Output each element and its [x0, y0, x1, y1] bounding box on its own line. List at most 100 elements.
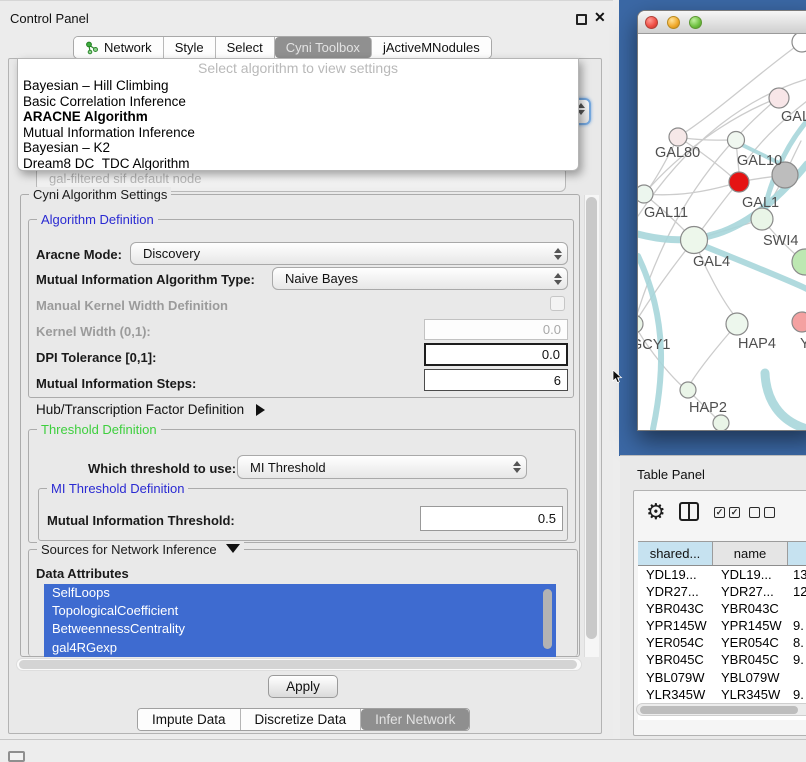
sources-title[interactable]: Sources for Network Inference — [37, 542, 244, 557]
deselect-all-checkboxes-icon[interactable] — [749, 507, 775, 518]
tab-network-label: Network — [104, 40, 152, 55]
table-row[interactable]: YDR27...YDR27...12 — [638, 583, 806, 600]
network-node[interactable] — [769, 88, 789, 108]
which-threshold-combo[interactable]: MI Threshold — [237, 455, 527, 479]
tab-cyni-toolbox[interactable]: Cyni Toolbox — [275, 37, 372, 58]
select-all-checkboxes-icon[interactable]: ✓✓ — [714, 507, 740, 518]
close-traffic-light-icon[interactable] — [645, 16, 658, 29]
tab-network[interactable]: Network — [74, 37, 164, 58]
data-attribute-item[interactable]: gal4RGexp — [44, 639, 556, 657]
aracne-mode-combo[interactable]: Discovery — [130, 242, 568, 265]
gear-icon[interactable]: ⚙ — [646, 499, 666, 525]
algorithm-dropdown-item[interactable]: Mutual Information Inference — [18, 125, 578, 141]
algorithm-dropdown-item[interactable]: Basic Correlation Inference — [18, 94, 578, 110]
data-attributes-list: SelfLoopsTopologicalCoefficientBetweenne… — [44, 584, 556, 657]
table-row[interactable]: YDL19...YDL19...13 — [638, 566, 806, 583]
node-attribute-table[interactable]: shared...nameYDL19...YDL19...13YDR27...Y… — [638, 541, 806, 701]
expander-arrow-icon — [256, 404, 265, 416]
table-row[interactable]: YBL079WYBL079W — [638, 669, 806, 686]
manual-kernel-checkbox[interactable] — [550, 296, 565, 311]
network-node[interactable] — [726, 313, 748, 335]
table-column-header[interactable]: shared... — [638, 542, 713, 565]
chevron-updown-icon — [549, 248, 567, 260]
control-panel-tabs: Network Style Select Cyni Toolbox jActiv… — [73, 36, 492, 59]
algorithm-dropdown-item[interactable]: ARACNE Algorithm — [18, 109, 578, 125]
table-cell: 12 — [788, 583, 806, 600]
table-row[interactable]: YPR145WYPR145W9. — [638, 617, 806, 634]
table-row[interactable]: YLR345WYLR345W9. — [638, 686, 806, 703]
network-node-label: GAL4 — [693, 254, 730, 270]
threshold-definition-title: Threshold Definition — [37, 422, 161, 437]
network-window-titlebar[interactable] — [638, 11, 806, 34]
network-node[interactable] — [638, 185, 653, 203]
settings-horizontal-scrollbar-thumb[interactable] — [19, 660, 577, 669]
algorithm-dropdown-item[interactable]: Bayesian – K2 — [18, 140, 578, 156]
which-threshold-label: Which threshold to use: — [88, 461, 236, 476]
table-panel: Table Panel ⚙ ✓✓ shared...nameYDL19...YD… — [620, 455, 806, 739]
cyni-algorithm-settings-title: Cyni Algorithm Settings — [29, 187, 171, 202]
dpi-tolerance-input[interactable]: 0.0 — [424, 343, 568, 366]
network-node[interactable] — [729, 172, 749, 192]
network-node[interactable] — [751, 208, 773, 230]
table-row[interactable]: YBR043CYBR043C — [638, 600, 806, 617]
table-column-header[interactable]: name — [713, 542, 788, 565]
settings-vertical-scrollbar-thumb[interactable] — [586, 197, 597, 639]
tab-style[interactable]: Style — [164, 37, 216, 58]
mi-threshold-input[interactable]: 0.5 — [420, 506, 563, 531]
tab-jactivemnodules[interactable]: jActiveMNodules — [372, 37, 491, 58]
table-cell: YPR145W — [713, 617, 788, 634]
mi-steps-input[interactable]: 6 — [424, 369, 568, 391]
docked-panel-icon[interactable] — [8, 751, 25, 762]
apply-button[interactable]: Apply — [268, 675, 338, 698]
float-window-icon[interactable] — [576, 14, 587, 25]
table-cell: 9. — [788, 651, 806, 668]
network-node[interactable] — [792, 34, 806, 52]
network-view-window[interactable]: GALGAL80GAL10GAL1GAL11SWI4GAL4GCY1HAP4YH… — [637, 10, 806, 431]
data-attribute-item[interactable]: TopologicalCoefficient — [44, 602, 556, 620]
network-node-label: SWI4 — [763, 233, 798, 249]
network-edge[interactable] — [765, 373, 806, 429]
tab-infer-network[interactable]: Infer Network — [361, 709, 469, 730]
split-columns-icon[interactable] — [679, 502, 699, 521]
data-attribute-item[interactable]: SelfLoops — [44, 584, 556, 602]
table-column-header[interactable] — [788, 542, 806, 565]
network-node-label: GCY1 — [638, 337, 671, 353]
mouse-cursor — [612, 370, 624, 384]
screen: Control Panel ✕ Network Style Select Cyn… — [0, 0, 806, 762]
table-toolbar: ⚙ ✓✓ — [634, 491, 806, 538]
attributes-scrollbar-thumb[interactable] — [543, 589, 552, 649]
table-cell: YDR27... — [638, 583, 713, 600]
close-icon[interactable]: ✕ — [594, 9, 606, 26]
zoom-traffic-light-icon[interactable] — [689, 16, 702, 29]
network-node[interactable] — [681, 227, 708, 254]
algorithm-dropdown-item[interactable]: Bayesian – Hill Climbing — [18, 78, 578, 94]
kernel-width-input[interactable]: 0.0 — [424, 319, 568, 340]
table-panel-body: ⚙ ✓✓ shared...nameYDL19...YDL19...13YDR2… — [633, 490, 806, 736]
tab-impute-data[interactable]: Impute Data — [138, 709, 241, 730]
mi-type-combo[interactable]: Naive Bayes — [272, 267, 568, 290]
network-node[interactable] — [792, 312, 806, 332]
table-cell: 9. — [788, 617, 806, 634]
data-attribute-item[interactable]: BetweennessCentrality — [44, 620, 556, 638]
network-canvas[interactable]: GALGAL80GAL10GAL1GAL11SWI4GAL4GCY1HAP4YH… — [638, 34, 806, 431]
bottom-strip — [0, 739, 806, 762]
network-node[interactable] — [680, 382, 696, 398]
tab-select[interactable]: Select — [216, 37, 275, 58]
table-horizontal-scrollbar-thumb[interactable] — [640, 706, 798, 714]
network-node-label: HAP4 — [738, 336, 776, 352]
network-node[interactable] — [669, 128, 687, 146]
network-node[interactable] — [638, 315, 643, 333]
network-node[interactable] — [728, 132, 745, 149]
network-node-label: GAL1 — [742, 195, 779, 211]
table-horizontal-scrollbar[interactable] — [636, 703, 806, 716]
network-node[interactable] — [713, 415, 729, 431]
network-node-label: Y — [800, 336, 806, 352]
algorithm-dropdown-item[interactable]: Dream8 DC_TDC Algorithm — [18, 156, 578, 171]
minimize-traffic-light-icon[interactable] — [667, 16, 680, 29]
hub-definition-expander[interactable]: Hub/Transcription Factor Definition — [36, 402, 265, 417]
table-row[interactable]: YBR045CYBR045C9. — [638, 651, 806, 668]
tab-discretize-data[interactable]: Discretize Data — [241, 709, 362, 730]
table-cell: YLR345W — [638, 686, 713, 703]
table-row[interactable]: YER054CYER054C8. — [638, 634, 806, 651]
table-cell: YDR27... — [713, 583, 788, 600]
